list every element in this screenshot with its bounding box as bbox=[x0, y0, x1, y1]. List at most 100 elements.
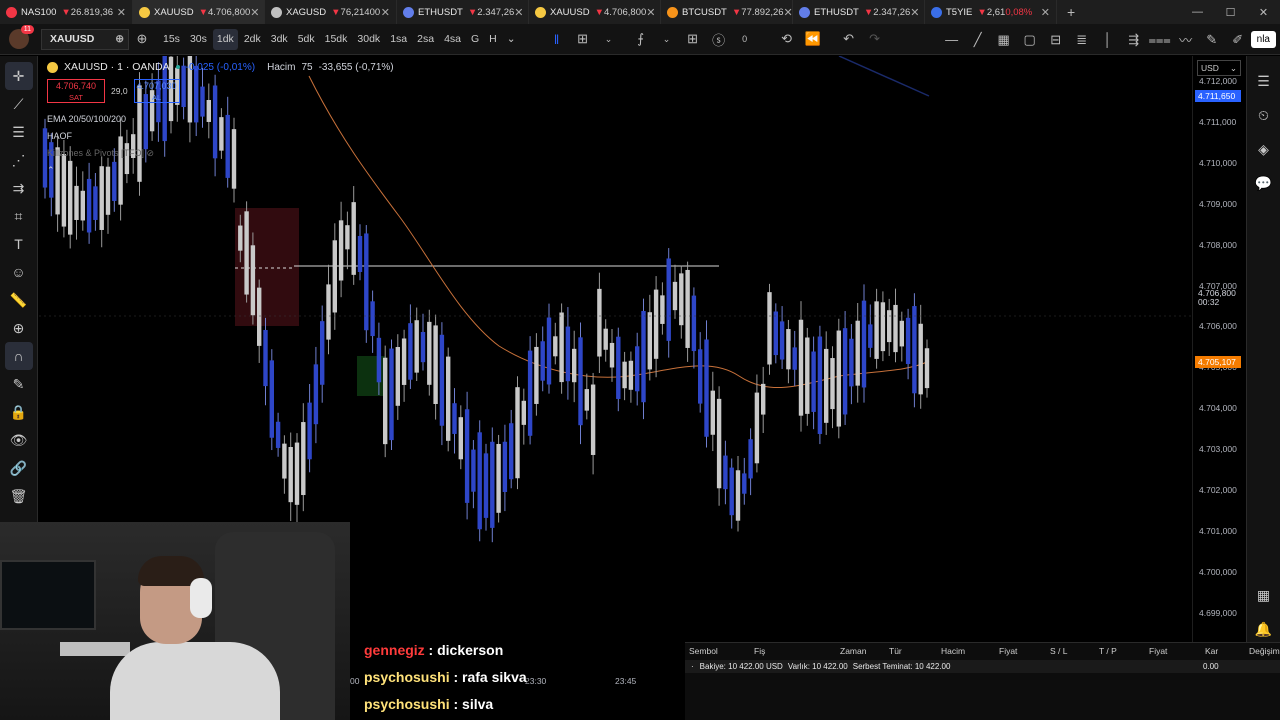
chevron-down-icon[interactable]: ⌄ bbox=[596, 34, 622, 45]
browser-tab[interactable]: NAS100 ▼ 26.819,36 ✕ bbox=[0, 0, 133, 24]
notifications-icon[interactable]: 🔔 bbox=[1255, 612, 1272, 646]
publish-button[interactable]: nla bbox=[1250, 31, 1276, 48]
close-tab-icon[interactable]: ✕ bbox=[646, 6, 655, 19]
link-icon[interactable]: 🔗 bbox=[5, 454, 33, 482]
redo-icon[interactable]: ↷ bbox=[862, 31, 888, 47]
projection-tool-icon[interactable]: ⇉ bbox=[5, 174, 33, 202]
close-tab-icon[interactable]: ✕ bbox=[381, 6, 390, 19]
chart-title[interactable]: XAUUSD · 1 · OANDA bbox=[64, 61, 170, 73]
alerts-count[interactable]: 0 bbox=[732, 34, 758, 44]
path-icon[interactable]: 〰 bbox=[1173, 30, 1199, 49]
close-tab-icon[interactable]: ✕ bbox=[250, 6, 259, 19]
browser-tab[interactable]: XAUUSD ▼ 4.706,800 ✕ bbox=[133, 0, 265, 24]
minimize-icon[interactable]: — bbox=[1181, 6, 1214, 18]
browser-tab[interactable]: ETHUSDT ▼ 2.347,26 ✕ bbox=[397, 0, 529, 24]
sell-button[interactable]: 4.706,740 SAT bbox=[47, 79, 105, 103]
brush-icon[interactable]: ✎ bbox=[1199, 32, 1225, 48]
interval-30s[interactable]: 30s bbox=[186, 29, 211, 50]
interval-3dk[interactable]: 3dk bbox=[267, 29, 292, 50]
collapse-icon[interactable]: · bbox=[691, 662, 694, 671]
column-header[interactable]: Fiş bbox=[754, 646, 765, 656]
shape-tool-icon[interactable]: ⌗ bbox=[5, 202, 33, 230]
eye-icon[interactable]: 👁 bbox=[5, 426, 33, 454]
horizontal-line-icon[interactable]: — bbox=[939, 32, 965, 47]
buy-button[interactable]: 4.707,030 AL bbox=[133, 79, 180, 103]
layout-icon[interactable]: ⊞ bbox=[680, 31, 706, 47]
column-header[interactable]: Hacim bbox=[941, 646, 965, 656]
close-tab-icon[interactable]: ✕ bbox=[910, 6, 919, 19]
add-symbol-icon[interactable]: ⊕ bbox=[129, 31, 155, 47]
calendar-icon[interactable]: ▦ bbox=[1257, 578, 1270, 612]
compare-icon[interactable]: ⊕ bbox=[115, 33, 124, 45]
projection-icon[interactable]: ⇶ bbox=[1121, 32, 1147, 48]
symbol-search[interactable]: XAUUSD ⊕ bbox=[41, 28, 129, 50]
alert-icon[interactable]: ⓢ bbox=[706, 30, 732, 49]
interval-2dk[interactable]: 2dk bbox=[240, 29, 265, 50]
close-tab-icon[interactable]: ✕ bbox=[117, 6, 126, 19]
interval-1dk[interactable]: 1dk bbox=[212, 28, 238, 50]
column-header[interactable]: T / P bbox=[1099, 646, 1117, 656]
trash-icon[interactable]: 🗑 bbox=[5, 482, 33, 510]
browser-tab[interactable]: XAUUSD ▼ 4.706,800 ✕ bbox=[529, 0, 661, 24]
indicator-ema[interactable]: EMA 20/50/100/200 bbox=[47, 111, 154, 128]
close-tab-icon[interactable]: ✕ bbox=[784, 6, 793, 19]
pen-icon[interactable]: ✐ bbox=[1225, 32, 1251, 48]
text-tool-icon[interactable]: T bbox=[5, 230, 33, 258]
candles-icon[interactable]: ‖ bbox=[544, 32, 570, 47]
interval-G[interactable]: G bbox=[467, 29, 483, 50]
chat-icon[interactable]: 💬 bbox=[1255, 166, 1272, 200]
interval-5dk[interactable]: 5dk bbox=[294, 29, 319, 50]
undo-icon[interactable]: ↶ bbox=[836, 31, 862, 47]
crosshair-icon[interactable]: ✛ bbox=[4, 62, 33, 90]
emoji-tool-icon[interactable]: ☺ bbox=[5, 258, 33, 286]
watchlist-icon[interactable]: ☰ bbox=[1257, 64, 1270, 98]
maximize-icon[interactable]: ☐ bbox=[1214, 6, 1247, 19]
interval-1sa[interactable]: 1sa bbox=[386, 29, 411, 50]
interval-15s[interactable]: 15s bbox=[159, 29, 184, 50]
column-header[interactable]: Fiyat bbox=[1149, 646, 1167, 656]
indicator-haof[interactable]: HAOF bbox=[47, 128, 154, 145]
chevron-down-icon[interactable]: ⌄ bbox=[654, 34, 680, 45]
lock-icon[interactable]: 🔒 bbox=[5, 398, 33, 426]
alerts-clock-icon[interactable]: ⏲ bbox=[1258, 98, 1269, 132]
indicators-icon[interactable]: ⨍ bbox=[628, 31, 654, 47]
eye-hidden-icon[interactable]: ⊘ bbox=[147, 148, 155, 158]
line-tool-icon[interactable]: ⟋ bbox=[5, 90, 33, 118]
trendline-icon[interactable]: ╱ bbox=[965, 32, 991, 48]
pattern-tool-icon[interactable]: ⋰ bbox=[5, 146, 33, 174]
close-tab-icon[interactable]: ✕ bbox=[1041, 6, 1050, 19]
column-header[interactable]: Zaman bbox=[840, 646, 866, 656]
vertical-line-icon[interactable]: │ bbox=[1095, 32, 1121, 47]
column-header[interactable]: Tür bbox=[889, 646, 902, 656]
browser-tab[interactable]: BTCUSDT ▼ 77.892,26 ✕ bbox=[661, 0, 793, 24]
grid-icon[interactable]: ▦ bbox=[991, 32, 1017, 48]
interval-4sa[interactable]: 4sa bbox=[440, 29, 465, 50]
collapse-legend-icon[interactable]: ⌃ bbox=[47, 162, 154, 179]
interval-2sa[interactable]: 2sa bbox=[413, 29, 438, 50]
browser-tab[interactable]: XAGUSD ▼ 76,21400 ✕ bbox=[265, 0, 397, 24]
interval-H[interactable]: H bbox=[485, 29, 501, 50]
column-header[interactable]: Fiyat bbox=[999, 646, 1017, 656]
layers-icon[interactable]: ◈ bbox=[1258, 132, 1269, 166]
channel-icon[interactable]: ⩶ bbox=[1147, 32, 1173, 48]
chart-type-icon[interactable]: ⊞ bbox=[570, 31, 596, 47]
column-header[interactable]: Kar bbox=[1205, 646, 1218, 656]
rewind-icon[interactable]: ⏪ bbox=[800, 31, 826, 47]
lock-drawing-icon[interactable]: ✎ bbox=[5, 370, 33, 398]
replay-icon[interactable]: ⟲ bbox=[774, 31, 800, 47]
price-axis[interactable]: USD ⌄ 4.712,000 4.711,000 4.710,000 4.709,0… bbox=[1192, 56, 1246, 646]
avatar[interactable]: 11 bbox=[9, 25, 34, 49]
interval-15dk[interactable]: 15dk bbox=[321, 29, 352, 50]
column-header[interactable]: S / L bbox=[1050, 646, 1067, 656]
column-header[interactable]: Sembol bbox=[689, 646, 718, 656]
pattern-icon[interactable]: ⊟ bbox=[1043, 32, 1069, 48]
close-window-icon[interactable]: ✕ bbox=[1247, 6, 1280, 19]
rectangle-icon[interactable]: ▢ bbox=[1017, 32, 1043, 48]
indicator-killzones[interactable]: Killzones & Pivots [TFO] ⊘ bbox=[47, 145, 154, 162]
column-header[interactable]: Değişim bbox=[1249, 646, 1280, 656]
magnet-icon[interactable]: ∩ bbox=[4, 342, 33, 370]
interval-30dk[interactable]: 30dk bbox=[353, 29, 384, 50]
fib-tool-icon[interactable]: ☰ bbox=[5, 118, 33, 146]
new-tab-button[interactable]: + bbox=[1067, 4, 1075, 20]
currency-selector[interactable]: USD ⌄ bbox=[1197, 60, 1241, 76]
